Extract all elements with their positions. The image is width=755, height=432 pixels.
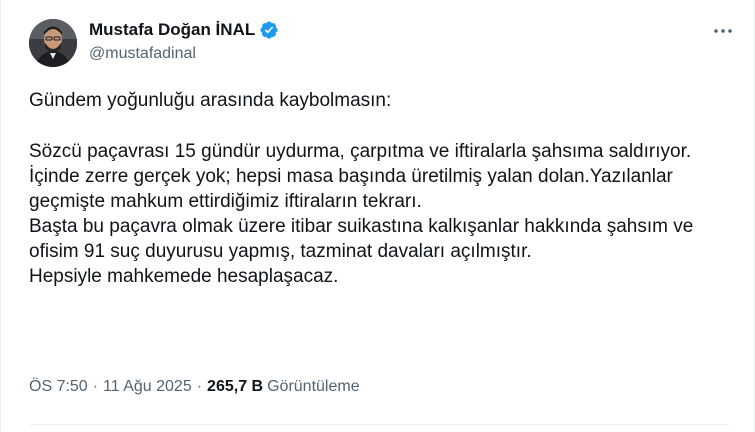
divider <box>29 424 729 425</box>
tweet-date[interactable]: 11 Ağu 2025 <box>103 378 192 396</box>
tweet-line: İçinde zerre gerçek yok; hepsi masa başı… <box>29 166 673 212</box>
views-label: Görüntüleme <box>267 378 360 395</box>
tweet-meta: ÖS 7:50 · 11 Ağu 2025 · 265,7 B Görüntül… <box>29 378 360 396</box>
tweet-card: Mustafa Doğan İNAL @mustafadinal Gündem … <box>0 0 755 432</box>
tweet-line: Başta bu paçavra olmak üzere itibar suik… <box>29 216 694 262</box>
tweet-line: Sözcü paçavrası 15 gündür uydurma, çarpı… <box>29 141 692 162</box>
author-block: Mustafa Doğan İNAL @mustafadinal <box>89 18 279 63</box>
views-count: 265,7 B <box>207 378 264 395</box>
more-options-icon[interactable] <box>709 20 737 42</box>
separator: · <box>196 378 203 395</box>
tweet-text: Gündem yoğunluğu arasında kaybolmasın: S… <box>29 88 729 289</box>
tweet-time[interactable]: ÖS 7:50 <box>29 378 88 396</box>
name-row: Mustafa Doğan İNAL <box>89 18 279 42</box>
avatar-photo <box>29 19 77 67</box>
tweet-line: Hepsiyle mahkemede hesaplaşacaz. <box>29 266 339 287</box>
display-name[interactable]: Mustafa Doğan İNAL <box>89 20 255 40</box>
tweet-line: Gündem yoğunluğu arasında kaybolmasın: <box>29 90 392 111</box>
verified-badge-icon[interactable] <box>259 20 279 40</box>
avatar[interactable] <box>29 19 77 67</box>
separator: · <box>92 378 99 395</box>
handle[interactable]: @mustafadinal <box>89 45 279 63</box>
